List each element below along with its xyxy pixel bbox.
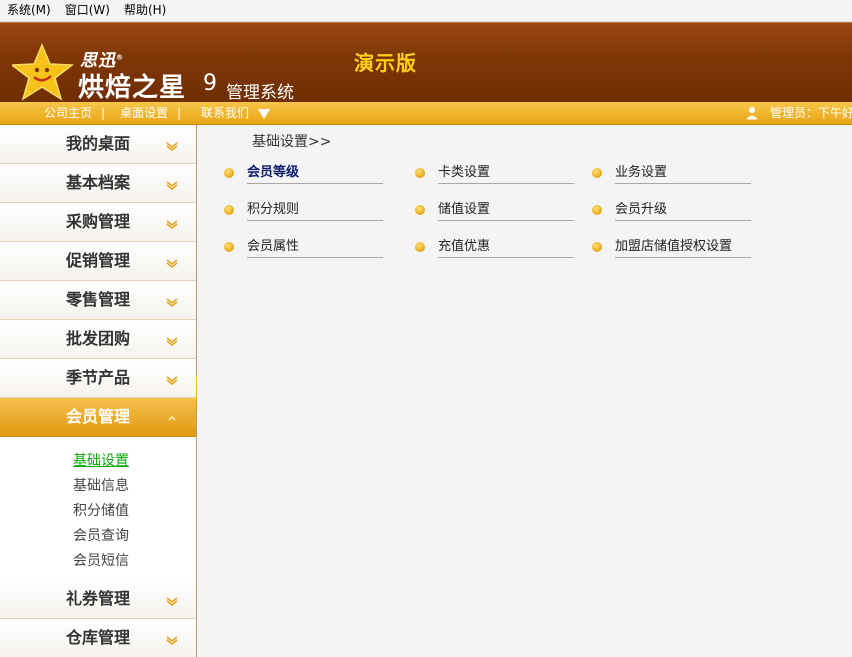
- chevron-up-icon: [168, 416, 176, 421]
- submenu-member-sms[interactable]: 会员短信: [73, 549, 196, 574]
- chevron-down-icon: [166, 298, 178, 307]
- sidebar-item-label: 会员管理: [66, 407, 131, 426]
- option-label[interactable]: 充值优惠: [438, 237, 574, 258]
- menu-window[interactable]: 窗口(W): [57, 0, 116, 21]
- sidebar-item-label: 我的桌面: [66, 134, 131, 153]
- bullet-icon: [224, 168, 234, 178]
- menu-bar: 系统(M) 窗口(W) 帮助(H): [0, 0, 852, 22]
- chevron-down-icon: [166, 220, 178, 229]
- sidebar-item-my-desktop[interactable]: 我的桌面: [0, 125, 196, 164]
- chevron-down-icon: [166, 337, 178, 346]
- bullet-icon: [415, 242, 425, 252]
- member-submenu: 基础设置 基础信息 积分储值 会员查询 会员短信: [0, 437, 196, 580]
- sidebar-item-label: 礼券管理: [66, 589, 131, 608]
- option-label[interactable]: 会员等级: [247, 163, 383, 184]
- chevron-down-icon: [166, 142, 178, 151]
- option-label[interactable]: 加盟店储值授权设置: [615, 237, 751, 258]
- option-label[interactable]: 会员升级: [615, 200, 751, 221]
- breadcrumb: 基础设置>>: [252, 134, 332, 150]
- chevron-down-icon: [166, 181, 178, 190]
- option-label[interactable]: 业务设置: [615, 163, 751, 184]
- sidebar-item-label: 批发团购: [66, 329, 131, 348]
- brand-version: 9: [203, 71, 217, 96]
- bullet-icon: [592, 242, 602, 252]
- nav-separator: |: [101, 106, 106, 120]
- bullet-icon: [224, 205, 234, 215]
- brand-main-text: 烘焙之星: [78, 73, 187, 103]
- sidebar-item-label: 仓库管理: [66, 628, 131, 647]
- nav-bar: 公司主页 | 桌面设置 | 联系我们 管理员：下午好: [0, 102, 852, 125]
- desktop-settings-link[interactable]: 桌面设置: [120, 102, 168, 124]
- bullet-icon: [224, 242, 234, 252]
- chevron-down-icon: [166, 259, 178, 268]
- company-home-link[interactable]: 公司主页: [44, 102, 92, 124]
- bullet-icon: [415, 205, 425, 215]
- sidebar-item-retail[interactable]: 零售管理: [0, 281, 196, 320]
- sidebar-item-vouchers[interactable]: 礼券管理: [0, 580, 196, 619]
- option-label[interactable]: 卡类设置: [438, 163, 574, 184]
- menu-help[interactable]: 帮助(H): [116, 0, 172, 21]
- submenu-basic-info[interactable]: 基础信息: [73, 474, 196, 499]
- user-icon: [746, 107, 758, 120]
- submenu-member-query[interactable]: 会员查询: [73, 524, 196, 549]
- demo-label: 演示版: [354, 51, 417, 75]
- dropdown-arrow-icon[interactable]: [258, 109, 270, 119]
- sidebar: 我的桌面 基本档案 采购管理 促销管理 零售管理 批发团购 季节产品 会员管理 …: [0, 125, 197, 657]
- bullet-icon: [592, 168, 602, 178]
- sidebar-item-label: 采购管理: [66, 212, 131, 231]
- bullet-icon: [592, 205, 602, 215]
- contact-us-link[interactable]: 联系我们: [201, 102, 249, 124]
- header-banner: 思迅® 烘焙之星 9 管理系统 演示版: [0, 22, 852, 103]
- bullet-icon: [415, 168, 425, 178]
- brand-system-name: 管理系统: [226, 83, 294, 103]
- sidebar-item-label: 季节产品: [66, 368, 131, 387]
- chevron-down-icon: [166, 376, 178, 385]
- main-content: 基础设置>> 会员等级 卡类设置 业务设置 积分规则 储值设置 会员升级 会员属…: [197, 125, 852, 657]
- nav-separator: |: [177, 106, 182, 120]
- option-label[interactable]: 会员属性: [247, 237, 383, 258]
- sidebar-item-wholesale[interactable]: 批发团购: [0, 320, 196, 359]
- chevron-down-icon: [166, 597, 178, 606]
- sidebar-item-promotion[interactable]: 促销管理: [0, 242, 196, 281]
- sidebar-item-label: 零售管理: [66, 290, 131, 309]
- chevron-down-icon: [166, 636, 178, 645]
- sidebar-item-seasonal[interactable]: 季节产品: [0, 359, 196, 398]
- submenu-basic-settings[interactable]: 基础设置: [73, 449, 196, 474]
- sidebar-item-label: 基本档案: [66, 173, 131, 192]
- sidebar-item-member[interactable]: 会员管理: [0, 398, 196, 437]
- sidebar-item-warehouse[interactable]: 仓库管理: [0, 619, 196, 657]
- star-logo-icon: [12, 43, 75, 101]
- menu-system[interactable]: 系统(M): [0, 0, 57, 21]
- submenu-points-stored-value[interactable]: 积分储值: [73, 499, 196, 524]
- option-label[interactable]: 储值设置: [438, 200, 574, 221]
- sidebar-item-basic-files[interactable]: 基本档案: [0, 164, 196, 203]
- sidebar-item-label: 促销管理: [66, 251, 131, 270]
- sidebar-item-purchase[interactable]: 采购管理: [0, 203, 196, 242]
- option-label[interactable]: 积分规则: [247, 200, 383, 221]
- user-greeting: 管理员：下午好: [770, 106, 852, 120]
